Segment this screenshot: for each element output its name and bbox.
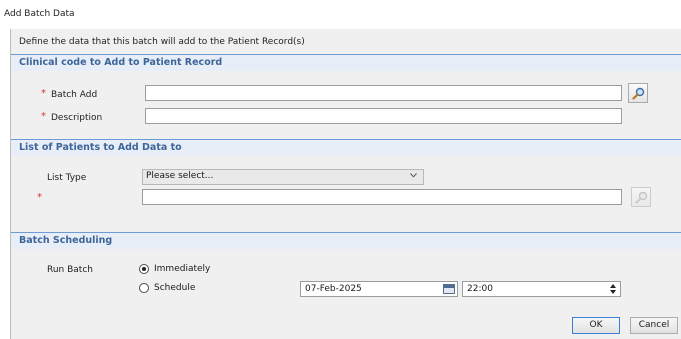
description-input[interactable] (145, 108, 622, 124)
list-type-selected: Please select... (146, 171, 214, 181)
ok-button[interactable]: OK (572, 317, 620, 334)
calendar-icon[interactable] (443, 284, 455, 294)
run-batch-label: Run Batch (47, 265, 93, 275)
radio-schedule[interactable]: Schedule (139, 283, 195, 293)
schedule-date-field[interactable]: 07-Feb-2025 (300, 281, 458, 297)
spin-up-icon[interactable] (610, 284, 616, 288)
schedule-time-field[interactable]: 22:00 (462, 281, 621, 297)
spin-down-icon[interactable] (610, 290, 616, 294)
magnifier-icon (635, 191, 648, 204)
required-marker: * (41, 111, 46, 122)
section-clinical-title: Clinical code to Add to Patient Record (19, 57, 223, 68)
description-label: Description (51, 113, 103, 123)
required-marker: * (41, 88, 46, 99)
patient-list-input[interactable] (142, 189, 622, 205)
time-spinner-icon[interactable] (610, 283, 617, 295)
section-patients-header: List of Patients to Add Data to (11, 139, 681, 156)
patient-list-search-button[interactable] (631, 187, 651, 207)
dialog-panel: Define the data that this batch will add… (10, 29, 681, 339)
radio-immediately[interactable]: Immediately (139, 264, 210, 274)
section-scheduling-title: Batch Scheduling (19, 235, 113, 246)
schedule-time-value: 22:00 (467, 284, 493, 294)
required-marker: * (37, 192, 42, 203)
section-scheduling-header: Batch Scheduling (11, 232, 681, 249)
section-patients-title: List of Patients to Add Data to (19, 142, 182, 153)
window-title: Add Batch Data (4, 9, 75, 19)
list-type-label: List Type (47, 173, 87, 183)
batch-add-search-button[interactable] (628, 83, 648, 103)
schedule-date-value: 07-Feb-2025 (305, 284, 362, 294)
section-clinical-header: Clinical code to Add to Patient Record (11, 54, 681, 71)
radio-schedule-label: Schedule (154, 283, 196, 293)
list-type-select[interactable]: Please select... (142, 169, 424, 185)
radio-immediately-label: Immediately (154, 264, 211, 274)
magnifier-icon (632, 87, 645, 100)
chevron-down-icon (410, 173, 417, 178)
radio-immediately-button[interactable] (139, 264, 149, 274)
radio-schedule-button[interactable] (139, 283, 149, 293)
dialog-description: Define the data that this batch will add… (19, 37, 305, 47)
batch-add-input[interactable] (145, 85, 622, 101)
cancel-button[interactable]: Cancel (630, 317, 678, 334)
batch-add-label: Batch Add (51, 90, 98, 100)
